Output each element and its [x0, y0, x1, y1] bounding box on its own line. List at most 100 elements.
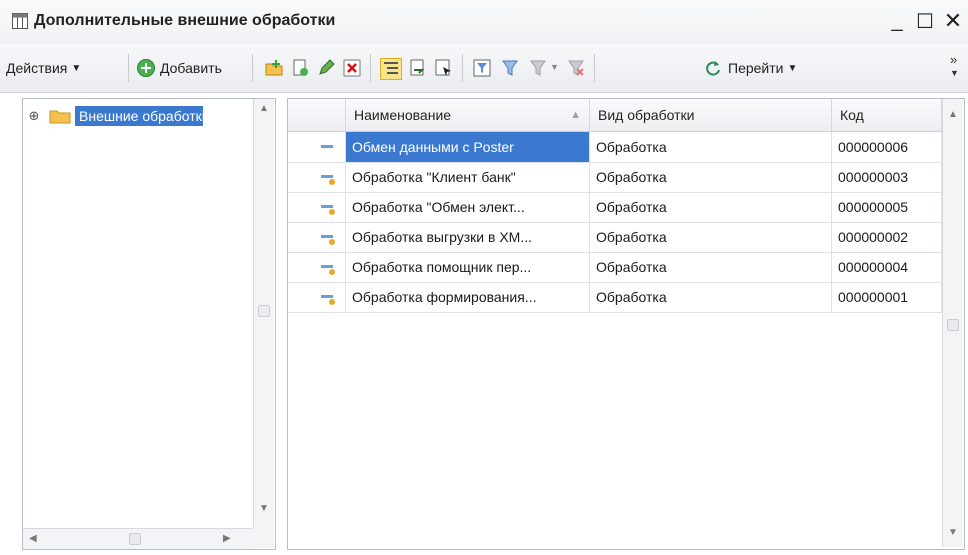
cell-type[interactable]: Обработка [590, 222, 832, 252]
scroll-thumb[interactable] [258, 305, 270, 317]
add-folder-icon[interactable] [264, 58, 284, 78]
move-to-group-icon[interactable] [408, 58, 428, 78]
cell-type[interactable]: Обработка [590, 132, 832, 162]
scroll-left-icon[interactable]: ◀ [29, 533, 37, 544]
cell-name[interactable]: Обработка выгрузки в XM... [346, 222, 590, 252]
table-vertical-scrollbar[interactable]: ▲ ▼ [942, 99, 963, 547]
add-label: Добавить [160, 60, 222, 76]
copy-icon[interactable] [290, 58, 310, 78]
scroll-down-icon[interactable]: ▼ [259, 503, 269, 514]
column-header-code[interactable]: Код [832, 99, 942, 131]
actions-menu-button[interactable]: Действия ▼ [6, 56, 81, 80]
expand-icon[interactable]: ⊕ [27, 108, 41, 123]
cell-code[interactable]: 000000006 [832, 132, 942, 162]
add-icon [137, 59, 155, 77]
scroll-corner [253, 527, 274, 548]
actions-label: Действия [6, 60, 68, 76]
toolbar-separator [252, 54, 253, 82]
cell-name[interactable]: Обмен данными с Poster [346, 132, 590, 162]
hierarchy-view-icon[interactable] [380, 58, 402, 80]
processing-item-icon [321, 205, 335, 215]
cell-name[interactable]: Обработка "Обмен элект... [346, 192, 590, 222]
table-row[interactable]: Обработка помощник пер... Обработка 0000… [288, 252, 942, 283]
sort-ascending-icon: ▲ [570, 109, 581, 121]
cell-name[interactable]: Обработка помощник пер... [346, 252, 590, 282]
group-tree[interactable]: ⊕ Внешние обработки ▲ ▼ ◀ ▶ [22, 98, 276, 550]
column-header-name[interactable]: Наименование ▲ [346, 99, 590, 131]
table-header: Наименование ▲ Вид обработки Код [288, 99, 942, 132]
scroll-up-icon[interactable]: ▲ [948, 109, 958, 120]
toolbar: Действия ▼ Добавить ▼ Перейти ▼ [0, 44, 968, 93]
edit-icon[interactable] [316, 58, 336, 78]
folder-icon [49, 110, 71, 124]
cell-name[interactable]: Обработка "Клиент банк" [346, 162, 590, 192]
close-button[interactable]: ✕ [940, 8, 966, 34]
cell-type[interactable]: Обработка [590, 192, 832, 222]
tree-horizontal-scrollbar[interactable]: ◀ ▶ [23, 528, 253, 549]
list-mode-icon[interactable] [434, 58, 454, 78]
table-row[interactable]: Обработка выгрузки в XM... Обработка 000… [288, 222, 942, 253]
row-icon-cell [288, 252, 346, 282]
row-icon-cell [288, 132, 346, 162]
column-header-type[interactable]: Вид обработки [590, 99, 832, 131]
chevron-down-icon: ▼ [950, 68, 959, 78]
processing-item-icon [321, 235, 335, 245]
toolbar-separator [370, 54, 371, 82]
cell-code[interactable]: 000000004 [832, 252, 942, 282]
scroll-thumb[interactable] [947, 319, 959, 331]
scroll-up-icon[interactable]: ▲ [259, 103, 269, 114]
processing-item-icon [321, 175, 335, 185]
scroll-down-icon[interactable]: ▼ [948, 527, 958, 538]
processing-item-icon [321, 265, 335, 275]
cell-code[interactable]: 000000005 [832, 192, 942, 222]
cell-code[interactable]: 000000002 [832, 222, 942, 252]
scroll-right-icon[interactable]: ▶ [223, 533, 231, 544]
table-row[interactable]: Обмен данными с Poster Обработка 0000000… [288, 132, 942, 163]
overflow-icon: » [950, 52, 958, 67]
maximize-button[interactable]: ☐ [912, 8, 938, 34]
row-icon-cell [288, 192, 346, 222]
scroll-thumb[interactable] [129, 533, 141, 545]
table-row[interactable]: Обработка "Клиент банк" Обработка 000000… [288, 162, 942, 193]
cell-type[interactable]: Обработка [590, 282, 832, 312]
delete-icon[interactable] [342, 58, 362, 78]
cell-code[interactable]: 000000001 [832, 282, 942, 312]
cell-name[interactable]: Обработка формирования... [346, 282, 590, 312]
filter-dropdown-icon[interactable]: ▼ [550, 62, 559, 72]
filter-settings-icon[interactable] [472, 58, 492, 78]
refresh-icon [706, 61, 720, 76]
cell-code[interactable]: 000000003 [832, 162, 942, 192]
minimize-button[interactable]: _ [884, 8, 910, 34]
add-button[interactable]: Добавить [136, 56, 222, 80]
table-icon [12, 13, 28, 29]
column-header-icon [288, 99, 346, 131]
items-table[interactable]: Наименование ▲ Вид обработки Код Обмен д… [287, 98, 965, 550]
table-row[interactable]: Обработка формирования... Обработка 0000… [288, 282, 942, 313]
goto-menu-button[interactable]: Перейти ▼ [704, 56, 797, 80]
tree-item-label: Внешние обработки [75, 106, 203, 126]
table-row[interactable]: Обработка "Обмен элект... Обработка 0000… [288, 192, 942, 223]
row-icon-cell [288, 222, 346, 252]
tree-item-root[interactable]: ⊕ Внешние обработки [27, 105, 203, 127]
chevron-down-icon: ▼ [787, 62, 798, 74]
cell-type[interactable]: Обработка [590, 252, 832, 282]
filter-icon[interactable] [500, 58, 520, 78]
column-header-label: Код [840, 107, 864, 123]
goto-label: Перейти [728, 60, 784, 76]
chevron-down-icon: ▼ [71, 62, 82, 74]
processing-item-icon [321, 295, 335, 305]
cell-type[interactable]: Обработка [590, 162, 832, 192]
toolbar-separator [462, 54, 463, 82]
column-header-label: Вид обработки [598, 107, 695, 123]
processing-item-icon [321, 145, 333, 148]
tree-vertical-scrollbar[interactable]: ▲ ▼ [253, 99, 274, 527]
toolbar-overflow-button[interactable]: » ▼ [950, 52, 959, 79]
column-header-label: Наименование [354, 107, 452, 123]
filter-value-icon[interactable] [528, 58, 548, 78]
window-title-bar: Дополнительные внешние обработки _ ☐ ✕ [0, 0, 968, 45]
row-icon-cell [288, 282, 346, 312]
toolbar-separator [128, 54, 129, 82]
clear-filter-icon[interactable] [566, 58, 586, 78]
row-icon-cell [288, 162, 346, 192]
window-title: Дополнительные внешние обработки [34, 12, 336, 29]
